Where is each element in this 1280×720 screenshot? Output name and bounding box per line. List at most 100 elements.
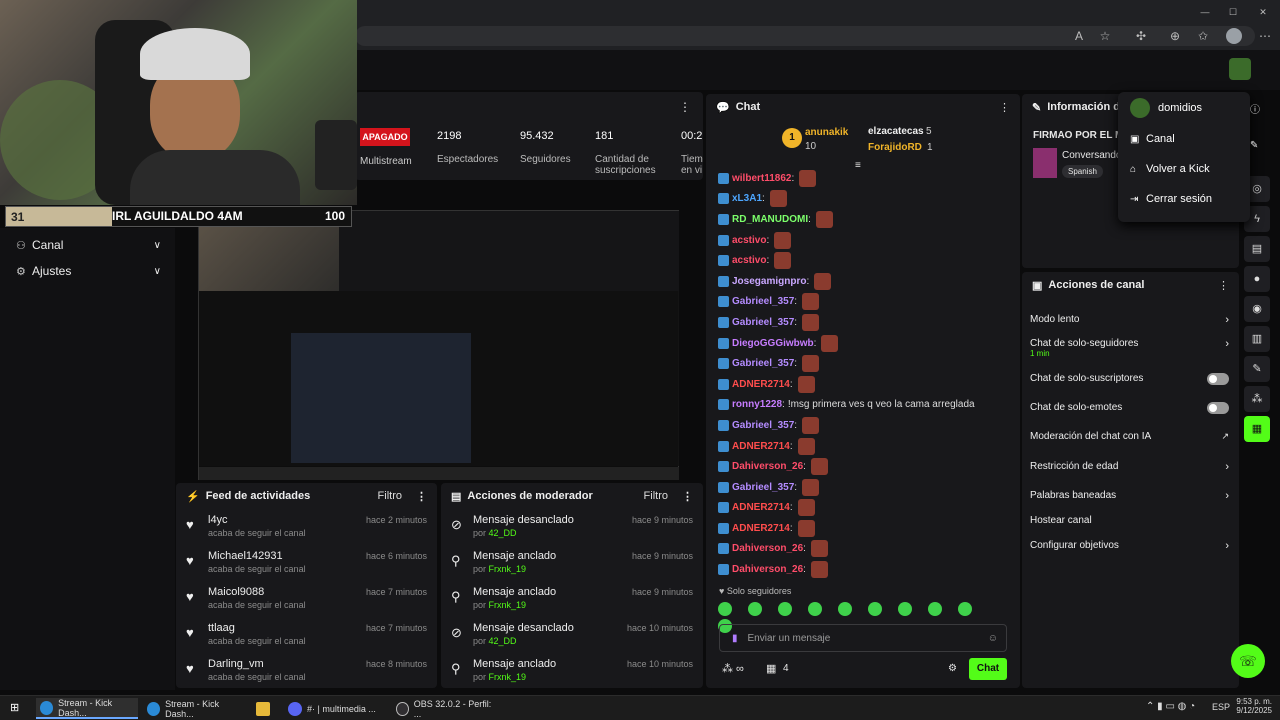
chat-username[interactable]: ronny1228 (732, 399, 782, 410)
chat-username[interactable]: Gabrieel_357 (732, 296, 794, 307)
chat-send-button[interactable]: Chat (969, 658, 1007, 680)
emote-icon[interactable] (748, 602, 762, 616)
pin-icon: ⚲ (451, 553, 461, 568)
action-followers-only[interactable]: Chat de solo-seguidores 1 min › (1030, 338, 1229, 358)
chat-username[interactable]: ADNER2714 (732, 523, 790, 534)
menu-user: domidios (1118, 92, 1250, 124)
avatar[interactable] (1229, 58, 1251, 80)
action-host-channel[interactable]: Hostear canal (1030, 515, 1229, 526)
emote-icon[interactable] (958, 602, 972, 616)
split-icon[interactable]: ⊕ (1168, 29, 1182, 43)
help-fab[interactable]: ☏ (1231, 644, 1265, 678)
chat-message: Gabrieel_357: (706, 477, 1020, 498)
clapper-icon[interactable]: ▦ (1244, 416, 1270, 442)
minimize-icon[interactable]: — (1198, 5, 1212, 19)
user-badge-icon (718, 255, 729, 267)
toggle-emotes-only[interactable] (1207, 402, 1229, 414)
filter-button[interactable]: Filtro (644, 490, 668, 502)
emote-icon[interactable] (898, 602, 912, 616)
sidebar-item-ajustes[interactable]: ⚙ Ajustes ∨ (0, 258, 175, 284)
task-explorer[interactable] (252, 698, 280, 719)
chat-message: Gabrieel_357: (706, 353, 1020, 374)
info-icon[interactable]: ⓘ (1250, 101, 1260, 116)
menu-item-logout[interactable]: ⇥ Cerrar sesión (1118, 184, 1250, 214)
edge-icon (40, 700, 54, 715)
notes-icon[interactable]: ▤ (1244, 236, 1270, 262)
emoji-icon[interactable]: ☺ (988, 633, 998, 644)
collections-icon[interactable]: ✩ (1196, 29, 1210, 43)
colon: : (794, 358, 798, 370)
colon: : (791, 172, 795, 184)
menu-item-canal[interactable]: ▣ Canal (1118, 124, 1250, 154)
activity-icon: ⚡ (186, 490, 200, 503)
preview-capture (291, 333, 471, 463)
task-edge-2[interactable]: Stream - Kick Dash... (143, 698, 245, 719)
chat-username[interactable]: Gabrieel_357 (732, 482, 794, 493)
chat-input[interactable]: ▮ Enviar un mensaje ☺ (719, 624, 1007, 652)
tools-icon[interactable]: ✎ (1244, 356, 1270, 382)
chat-username[interactable]: acstivo (732, 255, 766, 266)
action-age-restriction[interactable]: Restricción de edad › (1030, 461, 1229, 473)
clock[interactable]: 9:53 p. m. 9/12/2025 (1236, 697, 1272, 715)
filter-button[interactable]: Filtro (378, 490, 402, 502)
gear-icon[interactable]: ⚙ (948, 663, 957, 674)
extensions-icon[interactable]: ✣ (1134, 29, 1148, 43)
emote-icon[interactable] (808, 602, 822, 616)
taskbar: ⊞ Stream - Kick Dash... Stream - Kick Da… (0, 695, 1280, 720)
chat-username[interactable]: wilbert11862 (732, 173, 791, 184)
action-goals[interactable]: Configurar objetivos › (1030, 540, 1229, 552)
chat-username[interactable]: ADNER2714 (732, 379, 790, 390)
layout-icon[interactable]: ▥ (1244, 326, 1270, 352)
sidebar-item-canal[interactable]: ⚇ Canal ∨ (0, 232, 175, 258)
chat-username[interactable]: xL3A1 (732, 193, 762, 204)
more-vert-icon[interactable]: ⋮ (999, 101, 1010, 114)
chat-username[interactable]: Gabrieel_357 (732, 358, 794, 369)
chat-username[interactable]: acstivo (732, 235, 766, 246)
emote-icon[interactable] (928, 602, 942, 616)
more-vert-icon[interactable]: ⋮ (679, 100, 691, 114)
language-indicator[interactable]: ESP (1212, 702, 1230, 712)
more-icon[interactable]: ⋯ (1258, 29, 1272, 43)
task-obs[interactable]: OBS 32.0.2 - Perfil: ... (392, 698, 492, 719)
shirt (130, 150, 300, 205)
emote-icon[interactable] (838, 602, 852, 616)
chat-username[interactable]: ADNER2714 (732, 441, 790, 452)
chat-username[interactable]: RD_MANUDOMI (732, 214, 808, 225)
action-slow-mode[interactable]: Modo lento › (1030, 314, 1229, 326)
chat-username[interactable]: DiegoGGGiwbwb (732, 338, 814, 349)
store-icon[interactable]: ▦ (766, 662, 776, 675)
profile-icon[interactable] (1226, 28, 1242, 44)
toggle-subs-only[interactable] (1207, 373, 1229, 385)
more-vert-icon[interactable]: ⋮ (682, 490, 693, 503)
favorite-icon[interactable]: ☆ (1098, 29, 1112, 43)
close-icon[interactable]: ✕ (1256, 5, 1270, 19)
edit-icon[interactable]: ✎ (1250, 140, 1258, 151)
menu-item-volver[interactable]: ⌂ Volver a Kick (1118, 154, 1250, 184)
windows-start-icon[interactable]: ⊞ (10, 701, 22, 714)
message-icon[interactable]: ● (1244, 266, 1270, 292)
chat-username[interactable]: Dahiverson_26 (732, 543, 803, 554)
tray-icons[interactable]: ⌃ ▮ ▭ ◍ ◔ (1146, 701, 1195, 712)
more-vert-icon[interactable]: ⋮ (1218, 279, 1229, 292)
chat-username[interactable]: Dahiverson_26 (732, 564, 803, 575)
emote-icon[interactable] (778, 602, 792, 616)
colon: : (803, 564, 806, 576)
chat-username[interactable]: Gabrieel_357 (732, 420, 794, 431)
points-icon[interactable]: ⁂ ∞ (722, 662, 744, 675)
apps-icon[interactable]: ⁂ (1244, 386, 1270, 412)
chat-username[interactable]: Gabrieel_357 (732, 317, 794, 328)
chat-username[interactable]: Josegamignpro (732, 276, 806, 287)
maximize-icon[interactable]: ☐ (1226, 5, 1240, 19)
action-ai-moderation[interactable]: Moderación del chat con IA ↗ (1030, 431, 1229, 442)
task-edge-1[interactable]: Stream - Kick Dash... (36, 698, 138, 719)
broadcast-icon[interactable]: ◉ (1244, 296, 1270, 322)
more-vert-icon[interactable]: ⋮ (416, 490, 427, 503)
emote-icon[interactable] (868, 602, 882, 616)
read-aloud-icon[interactable]: A (1072, 29, 1086, 43)
chat-username[interactable]: ADNER2714 (732, 502, 790, 513)
chat-username[interactable]: Dahiverson_26 (732, 461, 803, 472)
task-discord[interactable]: #· | multimedia ... (284, 698, 388, 719)
emote-icon[interactable] (718, 602, 732, 616)
address-bar[interactable] (355, 26, 1255, 46)
action-banned-words[interactable]: Palabras baneadas › (1030, 490, 1229, 502)
